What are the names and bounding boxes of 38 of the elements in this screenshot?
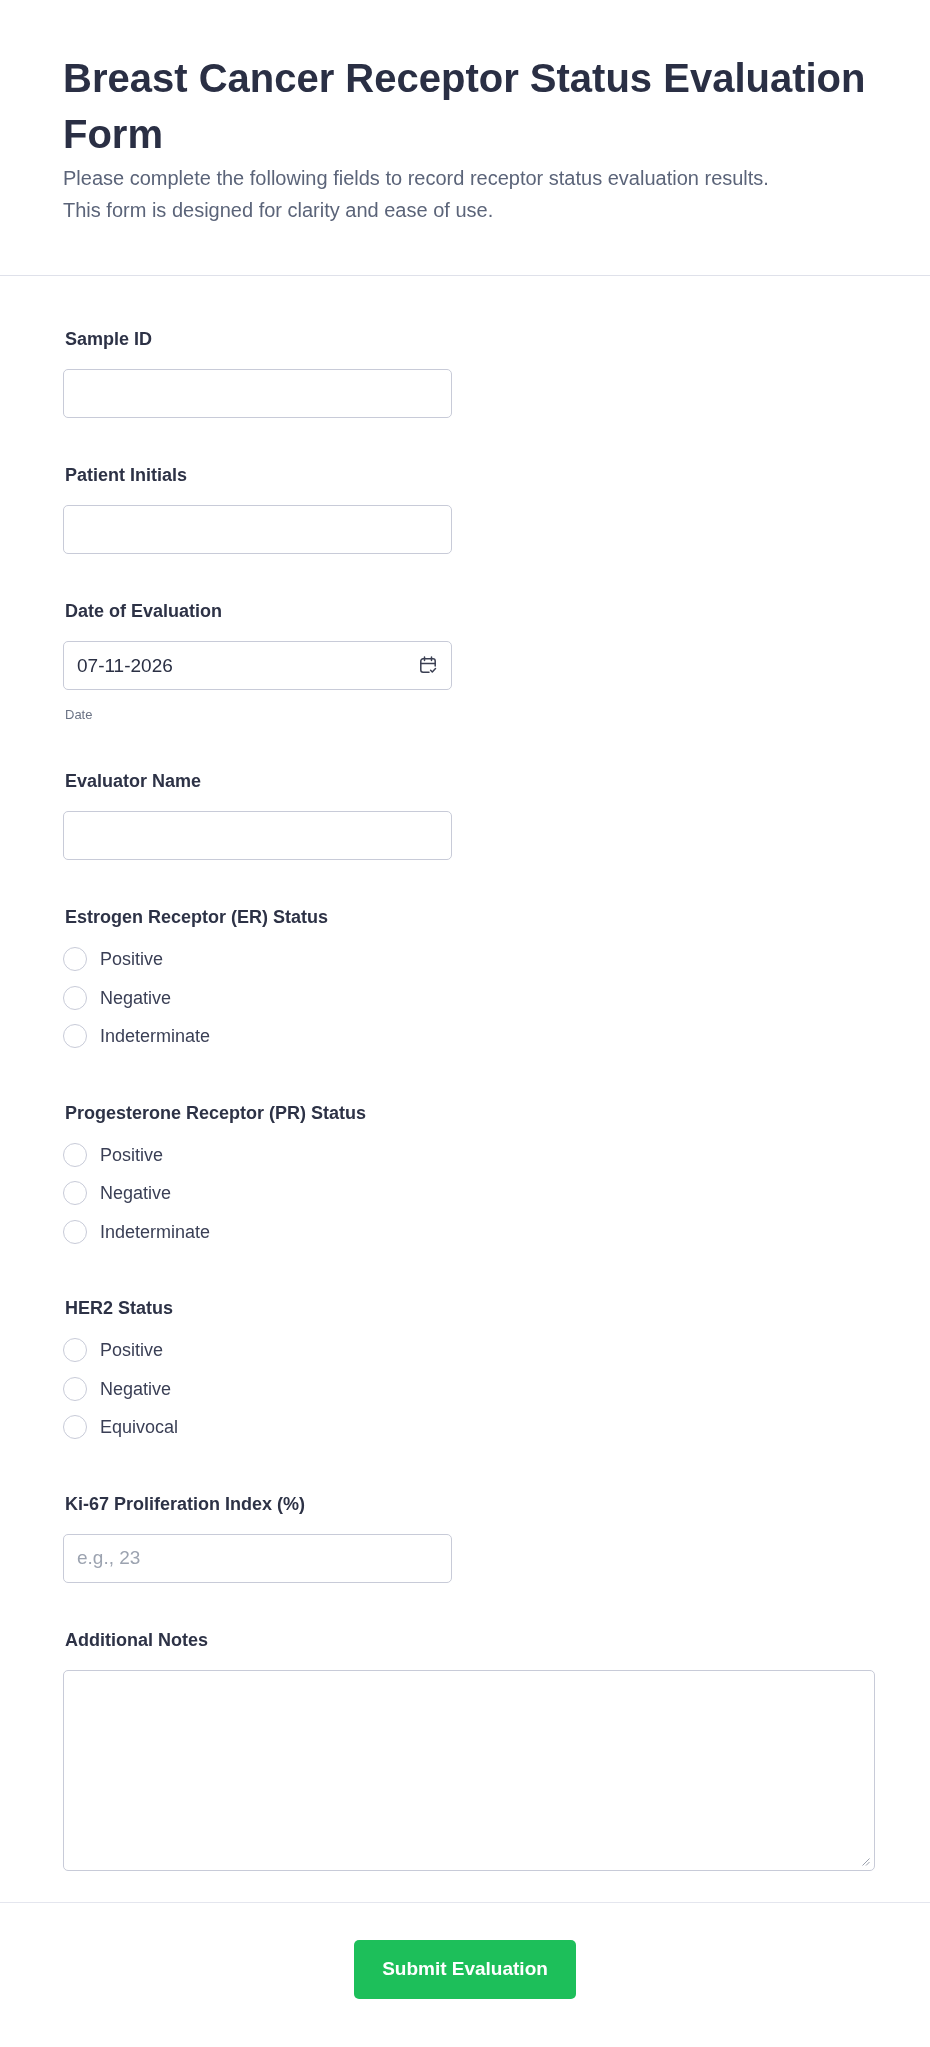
input-field[interactable] (63, 505, 452, 554)
notes-field[interactable] (63, 1669, 875, 1871)
radio-button[interactable] (63, 1376, 87, 1401)
field-label: Patient Initials (65, 464, 188, 487)
radio-button[interactable] (63, 1181, 87, 1206)
option-label: Positive (100, 1339, 164, 1363)
option-label: Indeterminate (100, 1220, 211, 1244)
field-label: Ki-67 Proliferation Index (%) (65, 1492, 306, 1516)
option-label: Equivocal (100, 1416, 179, 1440)
date-field[interactable]: 07-11-2026 (63, 641, 452, 690)
form-description: Please complete the following fields to record receptor status evaluation results. This form is designed for clarity and ease of use. (63, 166, 770, 223)
option-label: Negative (100, 986, 172, 1010)
radio-button[interactable] (63, 1219, 87, 1244)
field-label: Date of Evaluation (65, 600, 223, 623)
option-label: Negative (100, 1182, 172, 1206)
field-label: Sample ID (65, 328, 153, 351)
option-label: Positive (100, 948, 164, 972)
input-field[interactable] (63, 811, 452, 860)
field-label: HER2 Status (65, 1297, 174, 1320)
option-label: Negative (100, 1377, 172, 1401)
resize-grip-icon[interactable] (862, 1857, 870, 1866)
radio-button[interactable] (63, 1415, 87, 1440)
field-label: Evaluator Name (65, 770, 202, 793)
radio-button[interactable] (63, 1338, 87, 1363)
field-label: Progesterone Receptor (PR) Status (65, 1101, 367, 1125)
radio-button[interactable] (63, 1142, 87, 1167)
option-label: Indeterminate (100, 1025, 211, 1049)
option-label: Positive (100, 1143, 164, 1167)
radio-button[interactable] (63, 985, 87, 1010)
field-label: Estrogen Receptor (ER) Status (65, 906, 329, 929)
field-hint: Date (65, 706, 93, 724)
form-title: Breast Cancer Receptor Status Evaluation Form (63, 55, 867, 158)
calendar-icon[interactable] (419, 656, 437, 674)
field-label: Additional Notes (65, 1628, 208, 1652)
radio-button[interactable] (63, 947, 87, 972)
input-field[interactable]: e.g., 23 (63, 1533, 452, 1583)
radio-button[interactable] (63, 1024, 87, 1049)
input-field[interactable] (63, 369, 452, 418)
